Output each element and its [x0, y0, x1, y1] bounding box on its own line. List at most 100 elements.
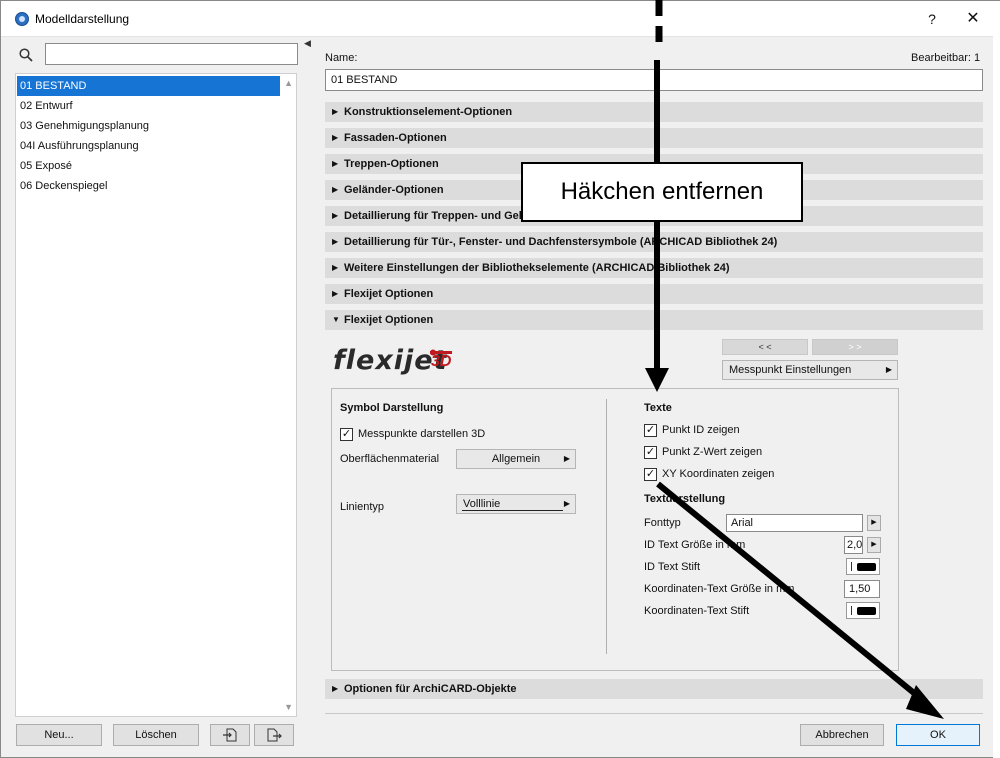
font-field[interactable]: Arial — [726, 514, 863, 532]
annotation-callout: Häkchen entfernen — [521, 162, 803, 222]
ok-button[interactable]: OK — [896, 724, 980, 746]
list-item[interactable]: 01 BESTAND — [17, 76, 280, 96]
group-divider — [606, 399, 607, 654]
xy-coord-label: XY Koordinaten zeigen — [662, 468, 775, 480]
pen-color-swatch — [857, 607, 876, 615]
expand-icon: ▶ — [332, 211, 339, 220]
new-button[interactable]: Neu... — [16, 724, 102, 746]
editable-label: Bearbeitbar: 1 — [911, 52, 981, 64]
search-input[interactable] — [45, 43, 298, 65]
import-button[interactable] — [210, 724, 250, 746]
list-item[interactable]: 02 Entwurf — [17, 96, 73, 116]
expand-icon: ▶ — [332, 263, 339, 272]
linetype-dropdown[interactable]: Volllinie ▶ — [456, 494, 576, 514]
point-id-label: Punkt ID zeigen — [662, 424, 740, 436]
coord-size-field[interactable]: 1,50 — [844, 580, 880, 598]
coord-size-label: Koordinaten-Text Größe in mm — [644, 583, 795, 595]
point-z-label: Punkt Z-Wert zeigen — [662, 446, 763, 458]
pen-color-swatch — [857, 563, 876, 571]
show-points-checkbox[interactable]: ✓ — [340, 428, 353, 441]
footer-divider — [325, 713, 983, 714]
expand-icon: ▶ — [332, 237, 339, 246]
linetype-preview — [462, 510, 563, 511]
import-icon — [223, 728, 237, 742]
section-label: Geländer-Optionen — [344, 184, 444, 196]
section-label: Fassaden-Optionen — [344, 132, 447, 144]
collapse-panel-icon[interactable]: ◀ — [304, 38, 311, 49]
export-button[interactable] — [254, 724, 294, 746]
expand-icon: ▶ — [332, 133, 339, 142]
section-flexijet-options[interactable]: ▶ Flexijet Optionen — [325, 284, 983, 304]
section-construction-options[interactable]: ▶ Konstruktionselement-Optionen — [325, 102, 983, 122]
section-library-settings[interactable]: ▶ Weitere Einstellungen der Bibliotheksel… — [325, 258, 983, 278]
title-bar: Modelldarstellung ? ✕ — [1, 1, 1000, 37]
next-button[interactable]: > > — [812, 339, 898, 355]
section-facade-options[interactable]: ▶ Fassaden-Optionen — [325, 128, 983, 148]
list-item[interactable]: 06 Deckenspiegel — [17, 176, 107, 196]
section-label: Detaillierung für Tür-, Fenster- und Dac… — [344, 236, 778, 248]
section-flexijet-options-expanded[interactable]: ▼ Flexijet Optionen — [325, 310, 983, 330]
linetype-label: Linientyp — [340, 501, 385, 513]
surface-label: Oberflächenmaterial — [340, 453, 440, 465]
collapse-icon: ▼ — [332, 315, 340, 324]
symbol-heading: Symbol Darstellung — [340, 402, 444, 414]
coord-pen-picker[interactable] — [846, 602, 880, 619]
scroll-down-icon[interactable]: ▼ — [284, 702, 293, 712]
help-button[interactable]: ? — [922, 9, 942, 29]
archicad-app-icon — [15, 12, 29, 26]
linetype-value: Volllinie — [463, 498, 501, 510]
delete-button[interactable]: Löschen — [113, 724, 199, 746]
xy-coord-checkbox[interactable]: ✓ — [644, 468, 657, 481]
window-title: Modelldarstellung — [35, 12, 130, 26]
expand-icon: ▶ — [332, 289, 339, 298]
section-archicard-objects[interactable]: ▶ Optionen für ArchiCARD-Objekte — [325, 679, 983, 699]
point-z-checkbox[interactable]: ✓ — [644, 446, 657, 459]
view-list: 01 BESTAND 02 Entwurf 03 Genehmigungspla… — [15, 73, 297, 717]
expand-icon: ▶ — [332, 684, 339, 693]
point-id-checkbox[interactable]: ✓ — [644, 424, 657, 437]
chevron-right-icon: ▶ — [885, 365, 892, 374]
font-label: Fonttyp — [644, 517, 681, 529]
text-display-heading: Textdarstellung — [644, 493, 726, 505]
coord-pen-label: Koordinaten-Text Stift — [644, 605, 750, 617]
section-label: Weitere Einstellungen der Bibliotheksele… — [344, 262, 730, 274]
measure-settings-dropdown[interactable]: Messpunkt Einstellungen ▶ — [722, 360, 898, 380]
id-pen-label: ID Text Stift — [644, 561, 701, 573]
list-item[interactable]: 05 Exposé — [17, 156, 72, 176]
section-door-window-symbols[interactable]: ▶ Detaillierung für Tür-, Fenster- und Da… — [325, 232, 983, 252]
id-size-chevron-icon[interactable]: ▶ — [867, 537, 881, 553]
name-label: Name: — [325, 52, 358, 64]
section-label: Flexijet Optionen — [344, 314, 434, 326]
scroll-up-icon[interactable]: ▲ — [284, 78, 293, 88]
id-size-field[interactable]: 2,0 — [844, 536, 863, 554]
id-pen-picker[interactable] — [846, 558, 880, 575]
list-item[interactable]: 03 Genehmigungsplanung — [17, 116, 149, 136]
name-field[interactable]: 01 BESTAND — [325, 69, 983, 91]
logo-3d: 3D — [431, 353, 452, 370]
expand-icon: ▶ — [332, 107, 339, 116]
surface-value: Allgemein — [491, 453, 541, 465]
font-chevron-icon[interactable]: ▶ — [867, 515, 881, 531]
show-points-label: Messpunkte darstellen 3D — [358, 428, 486, 440]
chevron-right-icon: ▶ — [563, 499, 570, 508]
window-edge — [993, 1, 1000, 758]
export-icon — [267, 728, 282, 742]
measure-settings-label: Messpunkt Einstellungen — [729, 364, 852, 376]
flexijet-logo: flexijet 3D — [333, 343, 463, 377]
surface-dropdown[interactable]: Allgemein ▶ — [456, 449, 576, 469]
id-size-label: ID Text Größe in mm — [644, 539, 746, 551]
model-view-dialog: Modelldarstellung ? ✕ ◀ 01 BESTAND 02 En… — [0, 0, 1000, 758]
section-label: Flexijet Optionen — [344, 288, 434, 300]
list-item[interactable]: 04I Ausführungsplanung — [17, 136, 139, 156]
chevron-right-icon: ▶ — [563, 454, 570, 463]
prev-button[interactable]: < < — [722, 339, 808, 355]
search-icon — [19, 48, 33, 62]
section-label: Optionen für ArchiCARD-Objekte — [344, 683, 517, 695]
expand-icon: ▶ — [332, 185, 339, 194]
close-button[interactable]: ✕ — [963, 9, 983, 29]
texts-heading: Texte — [644, 402, 672, 414]
expand-icon: ▶ — [332, 159, 339, 168]
section-label: Konstruktionselement-Optionen — [344, 106, 513, 118]
section-label: Treppen-Optionen — [344, 158, 439, 170]
cancel-button[interactable]: Abbrechen — [800, 724, 884, 746]
